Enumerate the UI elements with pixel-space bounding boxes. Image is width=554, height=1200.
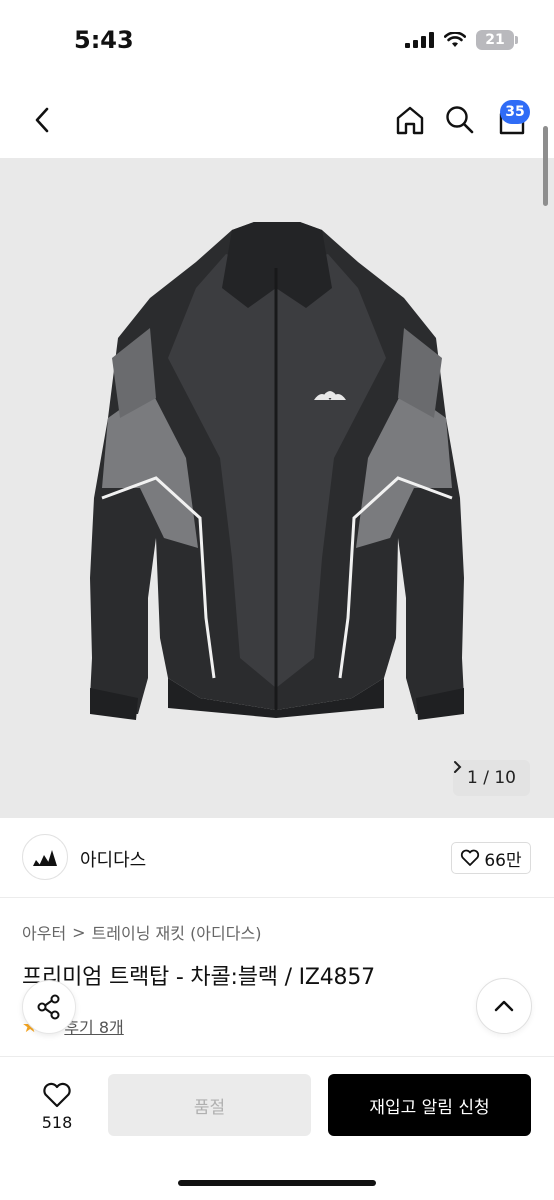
wishlist-button[interactable]: 518	[26, 1075, 88, 1139]
search-button[interactable]	[440, 100, 480, 140]
breadcrumb-separator: >	[72, 922, 86, 942]
wishlist-count: 518	[41, 1113, 73, 1132]
cart-count-badge: 35	[500, 100, 530, 124]
breadcrumb-leaf[interactable]: 트레이닝 재킷 (아디다스)	[92, 920, 262, 944]
app-header	[0, 84, 554, 158]
adidas-logo-icon	[33, 850, 57, 866]
heart-icon	[43, 1082, 71, 1108]
restock-alert-button[interactable]: 재입고 알림 신청	[328, 1074, 531, 1136]
breadcrumb-root[interactable]: 아우터	[22, 920, 66, 944]
soldout-button[interactable]: 품절	[108, 1074, 311, 1136]
search-icon	[446, 106, 474, 134]
product-title: 프리미엄 트랙탑 - 차콜:블랙 / IZ4857	[22, 965, 375, 990]
home-icon	[396, 106, 424, 135]
battery-icon: 21	[476, 30, 518, 50]
brand-like-count: 66만	[484, 850, 522, 871]
scroll-to-top-button[interactable]	[476, 978, 532, 1034]
back-button[interactable]	[22, 98, 62, 142]
share-button[interactable]	[22, 980, 76, 1034]
status-bar: 5:43 21	[0, 0, 554, 84]
brand-logo[interactable]	[22, 834, 68, 880]
chevron-right-icon	[454, 761, 462, 773]
product-jacket-image	[90, 222, 464, 720]
brand-like-button[interactable]: 66만	[451, 842, 531, 874]
bottom-action-bar: 518 품절 재입고 알림 신청	[0, 1056, 554, 1200]
home-indicator	[178, 1180, 376, 1186]
chevron-up-icon	[494, 1000, 514, 1012]
cellular-signal-icon	[405, 32, 434, 48]
home-button[interactable]	[390, 100, 430, 140]
scrollbar-thumb[interactable]	[543, 126, 548, 206]
image-counter[interactable]: 1 / 10	[453, 760, 530, 796]
breadcrumb: 아우터 > 트레이닝 재킷 (아디다스)	[22, 920, 261, 944]
share-icon	[37, 994, 60, 1020]
status-indicators: 21	[405, 30, 518, 50]
image-counter-text: 1 / 10	[467, 768, 516, 788]
chevron-left-icon	[35, 107, 49, 133]
heart-icon	[461, 849, 480, 866]
status-time: 5:43	[74, 26, 134, 54]
wifi-icon	[444, 32, 466, 47]
product-image-gallery[interactable]: 1 / 10	[0, 158, 554, 818]
brand-name[interactable]: 아디다스	[80, 846, 146, 872]
brand-row: 아디다스 66만	[0, 818, 554, 898]
battery-level: 21	[485, 32, 505, 48]
